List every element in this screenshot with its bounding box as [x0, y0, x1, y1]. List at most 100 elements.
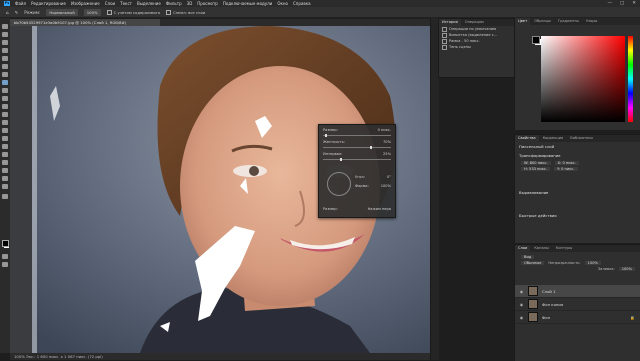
more-tools-icon[interactable]	[2, 194, 8, 199]
size-slider-knob[interactable]	[325, 134, 327, 137]
size-slider[interactable]	[323, 134, 391, 137]
hand-tool-icon[interactable]	[2, 176, 8, 181]
menu-type[interactable]: Текст	[120, 1, 132, 6]
visibility-eye-icon[interactable]: ◉	[519, 289, 524, 294]
menu-select[interactable]: Выделение	[137, 1, 161, 6]
brush-tool-icon[interactable]	[2, 88, 8, 93]
opacity-field[interactable]: 100%	[83, 8, 101, 16]
tab-actions[interactable]: Операции	[462, 19, 487, 26]
healing-brush-tool-icon[interactable]	[2, 80, 8, 85]
menu-view[interactable]: Просмотр	[197, 1, 218, 6]
angle-value[interactable]: 0°	[387, 175, 391, 179]
spacing-slider-knob[interactable]	[340, 158, 342, 161]
tab-gradients[interactable]: Градиенты	[555, 18, 582, 25]
home-icon[interactable]: ⌂	[6, 10, 9, 15]
x-field[interactable]: X: 0 пикс.	[554, 161, 579, 165]
dodge-tool-icon[interactable]	[2, 136, 8, 141]
tab-color[interactable]: Цвет	[515, 18, 531, 25]
spacing-slider[interactable]	[323, 158, 391, 161]
layer-opacity-field[interactable]: 100%	[584, 261, 601, 265]
tab-patterns[interactable]: Узоры	[583, 18, 600, 25]
tab-channels[interactable]: Каналы	[531, 245, 551, 252]
menu-help[interactable]: Справка	[293, 1, 311, 6]
content-aware-checkbox[interactable]: С учетом содержимого	[106, 9, 160, 15]
hardness-slider[interactable]	[323, 146, 391, 149]
transform-section-title[interactable]: Трансформирование	[515, 151, 640, 160]
move-tool-icon[interactable]	[2, 24, 8, 29]
gradient-tool-icon[interactable]	[2, 120, 8, 125]
layer-row[interactable]: ◉ Фон 🔒	[515, 311, 640, 324]
hardness-slider-knob[interactable]	[370, 146, 372, 149]
height-field[interactable]: H: 533 пикс.	[521, 167, 551, 171]
layer-row[interactable]: ◉ Слой 1	[515, 285, 640, 298]
y-field[interactable]: Y: 0 пикс.	[554, 167, 578, 171]
menu-layers[interactable]: Слои	[105, 1, 115, 6]
blend-mode-select[interactable]: Обычные	[521, 261, 545, 265]
zoom-tool-icon[interactable]	[2, 184, 8, 189]
path-selection-tool-icon[interactable]	[2, 160, 8, 165]
quick-mask-icon[interactable]	[2, 254, 8, 259]
menu-3d[interactable]: 3D	[187, 1, 193, 6]
history-item-label: Виньетка (выделение с...	[449, 33, 498, 37]
brush-tool-icon[interactable]: ✎	[15, 10, 19, 15]
menu-filter[interactable]: Фильтр	[166, 1, 182, 6]
tab-properties[interactable]: Свойства	[515, 135, 539, 142]
shape-tool-icon[interactable]	[2, 168, 8, 173]
minimize-icon[interactable]: —	[607, 1, 612, 6]
color-picker-field[interactable]	[541, 36, 625, 122]
visibility-eye-icon[interactable]: ◉	[519, 302, 524, 307]
tab-history[interactable]: История	[439, 19, 461, 26]
mode-select[interactable]: Нормальный	[46, 8, 78, 16]
size-value[interactable]: 0 пикс.	[378, 128, 391, 132]
pen-pressure-select[interactable]: Нажим пера	[368, 207, 391, 211]
document-tab[interactable]: bb70b54529971e3a0b9107.jpg @ 100% (Слой …	[10, 19, 160, 26]
fill-field[interactable]: 100%	[618, 267, 635, 271]
menu-file[interactable]: Файл	[15, 1, 26, 6]
foreground-color-swatch[interactable]	[2, 240, 9, 247]
marquee-tool-icon[interactable]	[2, 32, 8, 37]
screen-mode-icon[interactable]	[2, 262, 8, 267]
tab-layers[interactable]: Слои	[515, 245, 531, 252]
tab-adjustments[interactable]: Коррекция	[540, 135, 567, 142]
frame-tool-icon[interactable]	[2, 64, 8, 69]
layer-row[interactable]: ◉ Фон копия	[515, 298, 640, 311]
color-panel-foreground-swatch[interactable]	[532, 36, 540, 44]
clone-stamp-tool-icon[interactable]	[2, 96, 8, 101]
eyedropper-tool-icon[interactable]	[2, 72, 8, 77]
layer-opacity-label: Непрозрачность:	[548, 261, 581, 265]
roundness-value[interactable]: 100%	[381, 184, 391, 188]
layer-thumbnail	[528, 299, 538, 309]
maximize-icon[interactable]: □	[620, 1, 624, 6]
menu-image[interactable]: Изображение	[71, 1, 100, 6]
quick-actions-section-title[interactable]: Быстрые действия	[515, 211, 640, 220]
tab-libraries[interactable]: Библиотеки	[567, 135, 596, 142]
pen-tool-icon[interactable]	[2, 144, 8, 149]
layer-kind-filter[interactable]: Вид	[521, 255, 535, 259]
hardness-value[interactable]: 70%	[383, 140, 391, 144]
menu-plugins[interactable]: Подключаемые модули	[223, 1, 273, 6]
spacing-value[interactable]: 25%	[383, 152, 391, 156]
spacing-label: Интервал:	[323, 152, 343, 156]
blur-tool-icon[interactable]	[2, 128, 8, 133]
tab-swatches[interactable]: Образцы	[531, 18, 554, 25]
align-section-title[interactable]: Выравнивание	[515, 188, 640, 197]
menu-edit[interactable]: Редактирование	[31, 1, 66, 6]
history-item[interactable]: Тень сцены	[439, 44, 515, 50]
lock-icon[interactable]: 🔒	[630, 315, 635, 320]
eraser-tool-icon[interactable]	[2, 112, 8, 117]
window-controls: — □ ✕	[607, 0, 636, 7]
brush-angle-wheel[interactable]	[327, 172, 351, 196]
menu-window[interactable]: Окно	[277, 1, 288, 6]
sample-all-checkbox[interactable]: Сэмпл: все слои	[166, 9, 205, 15]
visibility-eye-icon[interactable]: ◉	[519, 315, 524, 320]
tab-paths[interactable]: Контуры	[553, 245, 575, 252]
type-tool-icon[interactable]	[2, 152, 8, 157]
crop-tool-icon[interactable]	[2, 56, 8, 61]
properties-panel: Свойства Коррекция Библиотеки Пиксельный…	[514, 134, 640, 243]
hue-slider[interactable]	[628, 36, 633, 122]
magic-wand-tool-icon[interactable]	[2, 48, 8, 53]
lasso-tool-icon[interactable]	[2, 40, 8, 45]
history-brush-tool-icon[interactable]	[2, 104, 8, 109]
width-field[interactable]: W: 800 пикс.	[521, 161, 551, 165]
close-icon[interactable]: ✕	[632, 1, 636, 6]
